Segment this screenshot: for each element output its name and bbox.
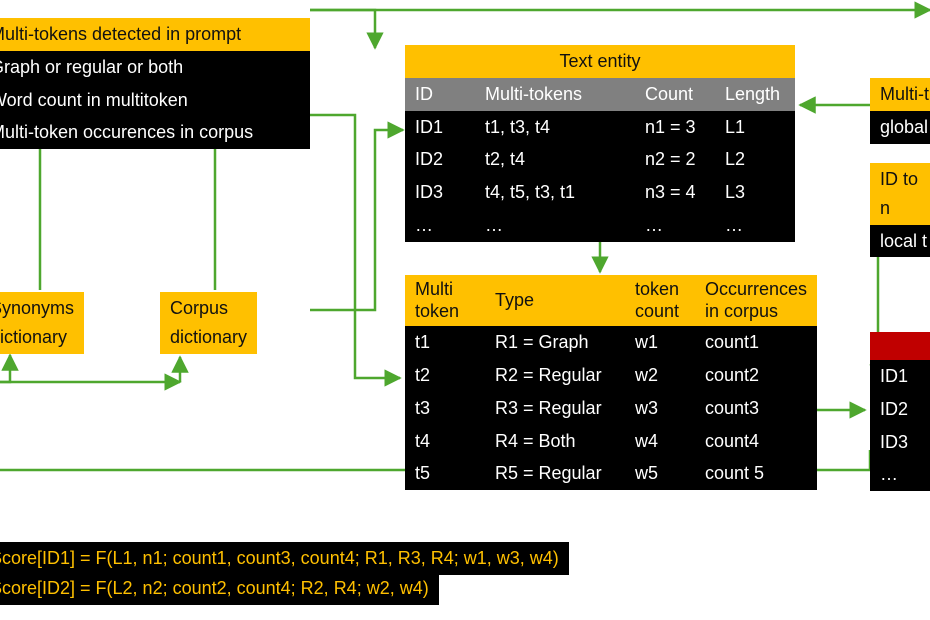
tokens-box-row: Multi-token occurences in corpus (0, 116, 310, 149)
tokens-box: Multi-tokens detected in prompt Graph or… (0, 18, 310, 149)
label: ID to n (870, 163, 930, 225)
mtoken-col: token count (625, 275, 695, 326)
score-formula-1: Score[ID1] = F(L1, n1; count1, count3, c… (0, 542, 569, 575)
tokens-box-row: Graph or regular or both (0, 51, 310, 84)
corpus-dict-box: Corpus dictionary (160, 292, 257, 354)
list-item: ID3 (870, 426, 930, 459)
label: dictionary (170, 323, 247, 352)
entity-title: Text entity (405, 45, 795, 78)
red-header (870, 332, 930, 360)
label: local t (870, 225, 930, 258)
entity-col: Count (635, 78, 715, 111)
score-formula-2: Score[ID2] = F(L2, n2; count2, count4; R… (0, 572, 439, 605)
tokens-box-row: Word count in multitoken (0, 84, 310, 117)
label: global (870, 111, 930, 144)
label: Synonyms (0, 294, 74, 323)
label: Multi-t (870, 78, 930, 111)
right-box-global: Multi-t global (870, 78, 930, 144)
right-id-list: ID1 ID2 ID3 … (870, 332, 930, 491)
mtoken-col: Occurrences in corpus (695, 275, 817, 326)
entity-col: Length (715, 78, 795, 111)
multitoken-table: Multi token Type token count Occurrences… (405, 275, 817, 490)
list-item: ID2 (870, 393, 930, 426)
label: dictionary (0, 323, 74, 352)
entity-col: ID (405, 78, 475, 111)
label: Corpus (170, 294, 247, 323)
mtoken-col: Multi token (405, 275, 485, 326)
list-item: … (870, 458, 930, 491)
mtoken-col: Type (485, 275, 625, 326)
text-entity-table: Text entity ID Multi-tokens Count Length… (405, 45, 795, 242)
right-box-local: ID to n local t (870, 163, 930, 257)
tokens-box-title: Multi-tokens detected in prompt (0, 18, 310, 51)
entity-col: Multi-tokens (475, 78, 635, 111)
list-item: ID1 (870, 360, 930, 393)
synonyms-dict-box: Synonyms dictionary (0, 292, 84, 354)
